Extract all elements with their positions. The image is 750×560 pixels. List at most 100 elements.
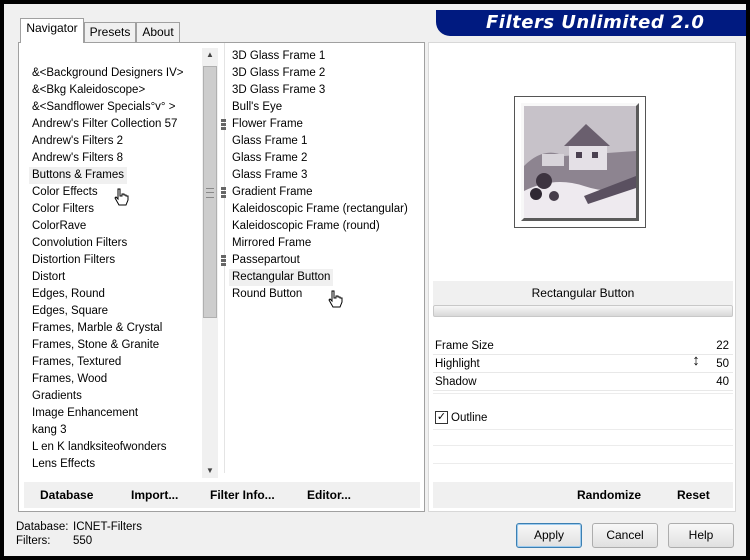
param-label: Shadow (435, 376, 477, 388)
filters-unlimited-window: Filters Unlimited 2.0 Navigator Presets … (4, 4, 746, 556)
filter-group-icon (221, 255, 226, 266)
category-item[interactable]: Edges, Round (29, 286, 108, 303)
filter-item-label: Bull's Eye (232, 101, 283, 113)
filter-item[interactable]: Glass Frame 3 (229, 167, 310, 184)
outline-checkbox[interactable]: ✓ (435, 411, 448, 424)
filter-item-label: Rectangular Button (232, 271, 331, 283)
filter-item[interactable]: Bull's Eye (229, 99, 285, 116)
category-item[interactable]: Image Enhancement (29, 405, 141, 422)
filter-item-label: Passepartout (232, 254, 300, 266)
filter-item-label: Round Button (232, 288, 303, 300)
category-item[interactable]: Distort (29, 269, 68, 286)
filter-item[interactable]: 3D Glass Frame 1 (229, 48, 328, 65)
resize-vertical-cursor-icon: ↕ (692, 352, 700, 369)
filter-group-icon (221, 187, 226, 198)
param-label: Highlight (435, 358, 480, 370)
selected-filter-name: Rectangular Button (433, 281, 733, 305)
category-scrollbar-thumb[interactable] (203, 66, 217, 318)
randomize-button[interactable]: Randomize (577, 482, 641, 508)
preview-image (521, 103, 639, 221)
filter-item-label: Gradient Frame (232, 186, 313, 198)
slider-track (433, 390, 733, 391)
category-item[interactable]: Edges, Square (29, 303, 111, 320)
app-title-banner: Filters Unlimited 2.0 (436, 10, 746, 36)
category-item[interactable]: Frames, Textured (29, 354, 124, 371)
filter-item[interactable]: Mirrored Frame (229, 235, 314, 252)
filter-item[interactable]: Round Button (229, 286, 305, 303)
filter-item-label: Glass Frame 1 (232, 135, 308, 147)
category-item[interactable]: Andrew's Filter Collection 57 (29, 116, 180, 133)
filter-item-label: 3D Glass Frame 1 (232, 50, 326, 62)
filter-item[interactable]: Rectangular Button (229, 269, 334, 286)
filter-item[interactable]: Kaleidoscopic Frame (rectangular) (229, 201, 411, 218)
database-value: ICNET-Filters (73, 521, 142, 533)
divider (433, 445, 733, 446)
category-item[interactable]: Andrew's Filters 2 (29, 133, 126, 150)
category-item[interactable]: ColorRave (29, 218, 89, 235)
filter-item[interactable]: Passepartout (221, 252, 303, 269)
param-label: Frame Size (435, 340, 494, 352)
scroll-down-icon[interactable]: ▼ (205, 466, 215, 476)
param-value: 22 (716, 340, 729, 352)
tab-presets[interactable]: Presets (84, 22, 136, 42)
filter-item[interactable]: 3D Glass Frame 2 (229, 65, 328, 82)
category-item[interactable]: &<Sandflower Specials°v° > (29, 99, 178, 116)
tab-navigator[interactable]: Navigator (20, 18, 84, 43)
filter-item-label: Glass Frame 3 (232, 169, 308, 181)
category-item[interactable]: &<Bkg Kaleidoscope> (29, 82, 148, 99)
editor-button[interactable]: Editor... (307, 482, 351, 508)
param-value: 40 (716, 376, 729, 388)
divider (433, 393, 733, 394)
preview-frame (514, 96, 646, 228)
filter-item[interactable]: Kaleidoscopic Frame (round) (229, 218, 383, 235)
filter-item[interactable]: Glass Frame 1 (229, 133, 310, 150)
hand-cursor-icon (328, 290, 343, 308)
filter-item-label: Mirrored Frame (232, 237, 312, 249)
category-item[interactable]: Buttons & Frames (29, 167, 128, 184)
filter-item[interactable]: Gradient Frame (221, 184, 316, 201)
category-item[interactable]: Frames, Stone & Granite (29, 337, 162, 354)
category-item[interactable]: Color Effects (29, 184, 101, 201)
database-button[interactable]: Database (40, 482, 93, 508)
category-item[interactable]: Color Filters (29, 201, 97, 218)
database-info: Database: ICNET-Filters Filters: 550 (16, 520, 216, 548)
tab-about[interactable]: About (136, 22, 180, 42)
apply-button[interactable]: Apply (516, 523, 582, 548)
filter-item[interactable]: Flower Frame (221, 116, 306, 133)
param-frame-size-slider[interactable]: Frame Size 22 (433, 337, 733, 355)
param-shadow-slider[interactable]: Shadow 40 (433, 373, 733, 391)
category-item[interactable]: L en K landksiteofwonders (29, 439, 169, 456)
filter-item[interactable]: 3D Glass Frame 3 (229, 82, 328, 99)
scroll-up-icon[interactable]: ▲ (205, 50, 215, 60)
category-item[interactable]: &<Background Designers IV> (29, 65, 187, 82)
filter-item-label: Kaleidoscopic Frame (rectangular) (232, 203, 408, 215)
reset-button[interactable]: Reset (677, 482, 710, 508)
category-item[interactable]: Gradients (29, 388, 85, 405)
database-label: Database: (16, 521, 69, 533)
navigator-pane: &<Background Designers IV> &<Bkg Kaleidos… (18, 42, 425, 512)
param-highlight-slider[interactable]: Highlight 50 (433, 355, 733, 373)
filter-item-label: Kaleidoscopic Frame (round) (232, 220, 380, 232)
filter-item-label: Flower Frame (232, 118, 303, 130)
filter-info-button[interactable]: Filter Info... (210, 482, 275, 508)
help-button[interactable]: Help (668, 523, 734, 548)
filters-count-value: 550 (73, 535, 93, 547)
filter-settings-pane: Rectangular Button Frame Size 22 Highlig… (428, 42, 736, 512)
category-item[interactable]: Andrew's Filters 8 (29, 150, 126, 167)
outline-label: Outline (451, 412, 488, 424)
divider (433, 429, 733, 430)
category-item[interactable]: Frames, Marble & Crystal (29, 320, 165, 337)
filter-progress-bar (433, 305, 733, 317)
outline-option[interactable]: ✓ Outline (433, 409, 733, 427)
category-item[interactable]: kang 3 (29, 422, 70, 439)
import-button[interactable]: Import... (131, 482, 178, 508)
category-scrollbar[interactable]: ▲ ▼ (202, 48, 218, 478)
cancel-button[interactable]: Cancel (592, 523, 658, 548)
category-item[interactable]: Lens Effects (29, 456, 98, 473)
category-item[interactable]: Frames, Wood (29, 371, 110, 388)
filter-group-icon (221, 119, 226, 130)
filter-item-label: 3D Glass Frame 3 (232, 84, 326, 96)
filter-item[interactable]: Glass Frame 2 (229, 150, 310, 167)
category-item[interactable]: Convolution Filters (29, 235, 130, 252)
category-item[interactable]: Distortion Filters (29, 252, 118, 269)
